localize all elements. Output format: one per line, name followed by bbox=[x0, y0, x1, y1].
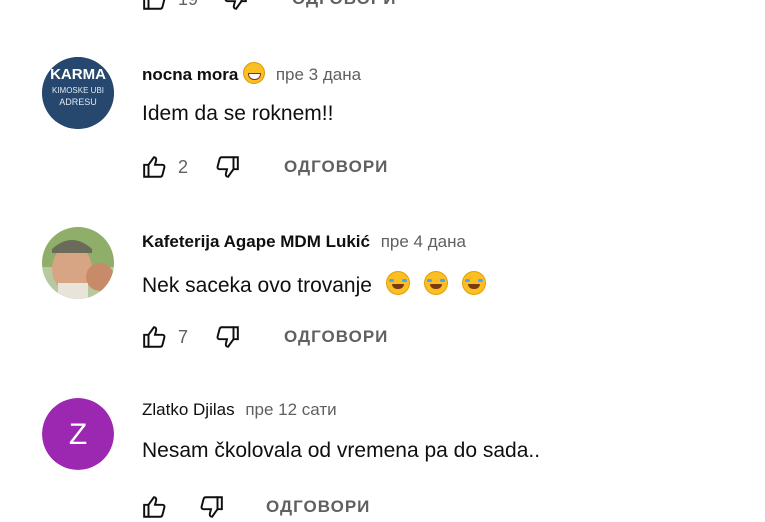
reply-button[interactable]: ОДГОВОРИ bbox=[292, 0, 396, 9]
thumbs-up-icon bbox=[143, 0, 166, 10]
like-count: 7 bbox=[178, 326, 189, 347]
avatar[interactable] bbox=[42, 227, 114, 299]
comment-text: Nek saceka ovo trovanje bbox=[142, 271, 486, 298]
comment-actions: 2 ОДГОВОРИ bbox=[142, 152, 388, 182]
thumbs-down-icon bbox=[224, 0, 247, 10]
rolling-laughing-icon bbox=[423, 271, 448, 295]
like-count: 19 bbox=[178, 0, 198, 10]
grinning-face-icon bbox=[243, 62, 266, 84]
thumbs-down-icon bbox=[216, 156, 239, 178]
comment-actions: 7 ОДГОВОРИ bbox=[142, 322, 388, 352]
comment-header: Zlatko Djilas пре 12 сати bbox=[142, 400, 337, 420]
reply-button[interactable]: ОДГОВОРИ bbox=[284, 327, 388, 347]
like-button[interactable] bbox=[142, 494, 168, 520]
thumbs-up-icon bbox=[143, 156, 166, 178]
comment-timestamp[interactable]: пре 3 дана bbox=[276, 65, 361, 84]
comment-actions: ОДГОВОРИ bbox=[142, 492, 370, 522]
reply-button[interactable]: ОДГОВОРИ bbox=[284, 157, 388, 177]
author-name[interactable]: Kafeterija Agape MDM Lukić bbox=[142, 232, 370, 251]
comment-timestamp[interactable]: пре 4 дана bbox=[381, 232, 466, 251]
thumbs-up-icon bbox=[143, 496, 166, 518]
comment-timestamp[interactable]: пре 12 сати bbox=[245, 400, 336, 419]
dislike-button[interactable] bbox=[198, 494, 224, 520]
avatar[interactable]: KARMA KIMOSKE UBI ADRESU bbox=[42, 57, 114, 129]
svg-text:KARMA: KARMA bbox=[50, 66, 106, 83]
comment-actions-partial: 19 ОДГОВОРИ bbox=[142, 0, 396, 14]
dislike-button[interactable] bbox=[214, 154, 240, 180]
comment-text-body: Nek saceka ovo trovanje bbox=[142, 274, 372, 297]
avatar[interactable]: Z bbox=[42, 398, 114, 470]
author-name[interactable]: nocna mora bbox=[142, 65, 238, 84]
comment-header: nocna mora пре 3 дана bbox=[142, 62, 361, 85]
like-button[interactable] bbox=[142, 154, 168, 180]
thumbs-up-icon bbox=[143, 326, 166, 348]
like-button[interactable] bbox=[142, 324, 168, 350]
dislike-button[interactable] bbox=[222, 0, 248, 12]
thumbs-down-icon bbox=[216, 326, 239, 348]
reply-button[interactable]: ОДГОВОРИ bbox=[266, 497, 370, 517]
dislike-button[interactable] bbox=[214, 324, 240, 350]
comment-text: Idem da se roknem!! bbox=[142, 102, 334, 125]
rolling-laughing-icon bbox=[461, 271, 486, 295]
comment-text: Nesam čkolovala od vremena pa do sada.. bbox=[142, 439, 541, 462]
comment-header: Kafeterija Agape MDM Lukić пре 4 дана bbox=[142, 232, 466, 252]
like-count: 2 bbox=[178, 156, 189, 177]
like-button[interactable] bbox=[142, 0, 168, 12]
rolling-laughing-icon bbox=[385, 271, 410, 295]
author-name[interactable]: Zlatko Djilas bbox=[142, 400, 235, 419]
thumbs-down-icon bbox=[200, 496, 223, 518]
svg-text:ADRESU: ADRESU bbox=[59, 97, 97, 107]
svg-text:KIMOSKE UBI: KIMOSKE UBI bbox=[52, 86, 104, 95]
svg-text:Z: Z bbox=[69, 418, 87, 451]
